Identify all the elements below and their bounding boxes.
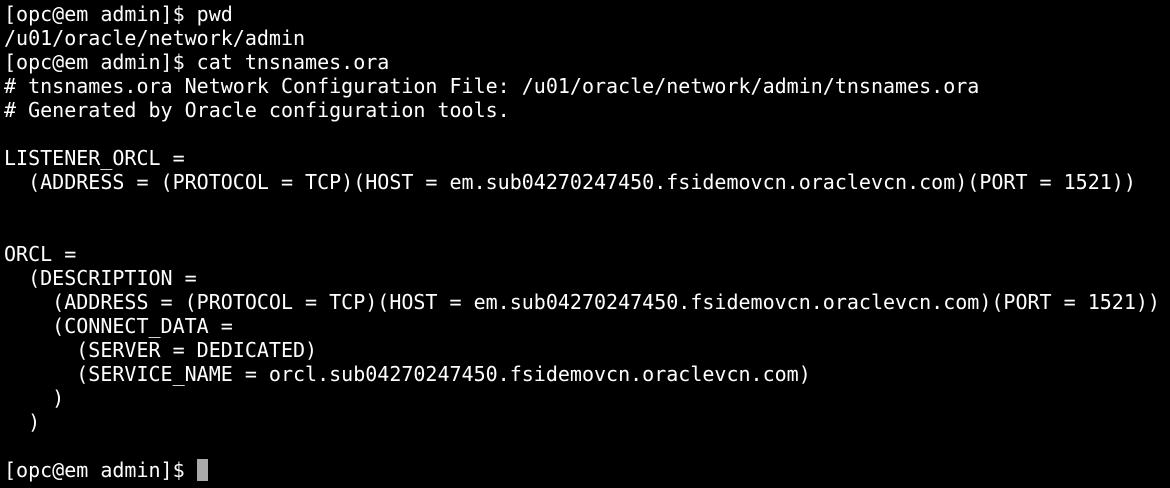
output-line: # Generated by Oracle configuration tool… [4,98,510,122]
output-line: (ADDRESS = (PROTOCOL = TCP)(HOST = em.su… [4,290,1160,314]
output-line: ) [4,386,65,410]
output-line: ) [4,410,41,434]
output-line: [opc@em admin]$ cat tnsnames.ora [4,50,390,74]
output-line: (CONNECT_DATA = [4,314,233,338]
output-line: [opc@em admin]$ pwd [4,2,233,26]
output-line: LISTENER_ORCL = [4,146,185,170]
output-line: ORCL = [4,242,77,266]
output-line: (SERVER = DEDICATED) [4,338,318,362]
output-line: (SERVICE_NAME = orcl.sub04270247450.fsid… [4,362,811,386]
terminal-window[interactable]: [opc@em admin]$ pwd /u01/oracle/network/… [0,0,1170,488]
output-line: (ADDRESS = (PROTOCOL = TCP)(HOST = em.su… [4,170,1136,194]
prompt-line[interactable]: [opc@em admin]$ [4,458,1170,482]
output-line: /u01/oracle/network/admin [4,26,306,50]
text-cursor [196,459,208,481]
shell-prompt: [opc@em admin]$ [4,458,197,482]
output-line: (DESCRIPTION = [4,266,197,290]
output-line: # tnsnames.ora Network Configuration Fil… [4,74,980,98]
